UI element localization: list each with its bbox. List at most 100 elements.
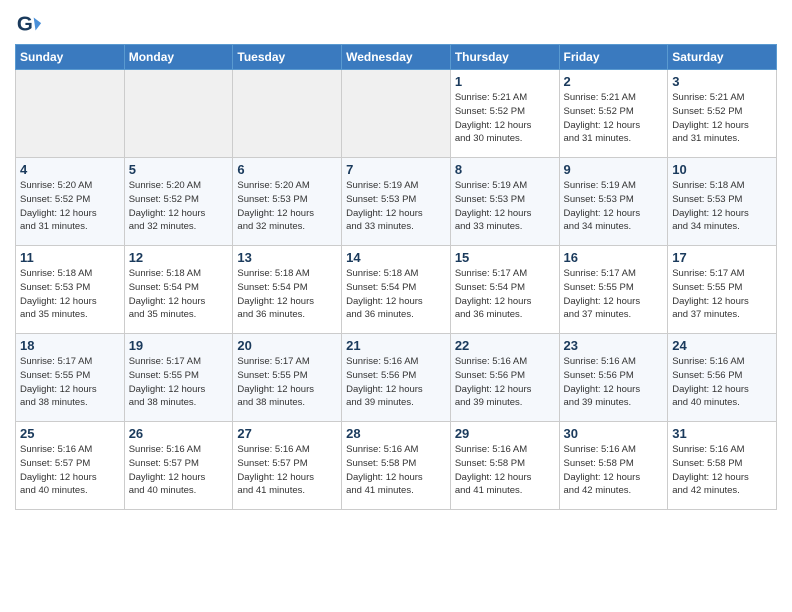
day-number: 2: [564, 74, 664, 89]
day-number: 7: [346, 162, 446, 177]
day-info: Sunrise: 5:16 AM Sunset: 5:58 PM Dayligh…: [455, 443, 555, 498]
calendar-cell: 24 Sunrise: 5:16 AM Sunset: 5:56 PM Dayli…: [668, 334, 777, 422]
day-number: 17: [672, 250, 772, 265]
calendar-cell: 11Sunrise: 5:18 AM Sunset: 5:53 PM Dayli…: [16, 246, 125, 334]
col-header-thursday: Thursday: [450, 45, 559, 70]
day-info: Sunrise: 5:20 AM Sunset: 5:53 PM Dayligh…: [237, 179, 337, 234]
day-info: Sunrise: 5:16 AM Sunset: 5:57 PM Dayligh…: [20, 443, 120, 498]
calendar-cell: 5Sunrise: 5:20 AM Sunset: 5:52 PM Daylig…: [124, 158, 233, 246]
calendar-cell: 2Sunrise: 5:21 AM Sunset: 5:52 PM Daylig…: [559, 70, 668, 158]
day-info: Sunrise: 5:18 AM Sunset: 5:54 PM Dayligh…: [346, 267, 446, 322]
week-row-1: 1 Sunrise: 5:21 AM Sunset: 5:52 PM Daylig…: [16, 70, 777, 158]
day-info: Sunrise: 5:17 AM Sunset: 5:55 PM Dayligh…: [237, 355, 337, 410]
week-row-5: 25 Sunrise: 5:16 AM Sunset: 5:57 PM Dayli…: [16, 422, 777, 510]
calendar-cell: 30 Sunrise: 5:16 AM Sunset: 5:58 PM Dayli…: [559, 422, 668, 510]
day-info: Sunrise: 5:16 AM Sunset: 5:57 PM Dayligh…: [129, 443, 229, 498]
day-number: 3: [672, 74, 772, 89]
col-header-sunday: Sunday: [16, 45, 125, 70]
day-info: Sunrise: 5:16 AM Sunset: 5:56 PM Dayligh…: [346, 355, 446, 410]
day-info: Sunrise: 5:16 AM Sunset: 5:58 PM Dayligh…: [564, 443, 664, 498]
col-header-monday: Monday: [124, 45, 233, 70]
day-number: 10: [672, 162, 772, 177]
day-info: Sunrise: 5:21 AM Sunset: 5:52 PM Dayligh…: [455, 91, 555, 146]
calendar-cell: 12 Sunrise: 5:18 AM Sunset: 5:54 PM Dayli…: [124, 246, 233, 334]
calendar-cell: 29 Sunrise: 5:16 AM Sunset: 5:58 PM Dayli…: [450, 422, 559, 510]
day-info: Sunrise: 5:21 AM Sunset: 5:52 PM Dayligh…: [672, 91, 772, 146]
day-info: Sunrise: 5:17 AM Sunset: 5:54 PM Dayligh…: [455, 267, 555, 322]
day-number: 8: [455, 162, 555, 177]
calendar-cell: 28Sunrise: 5:16 AM Sunset: 5:58 PM Dayli…: [342, 422, 451, 510]
day-info: Sunrise: 5:17 AM Sunset: 5:55 PM Dayligh…: [20, 355, 120, 410]
header-row: SundayMondayTuesdayWednesdayThursdayFrid…: [16, 45, 777, 70]
day-number: 18: [20, 338, 120, 353]
col-header-saturday: Saturday: [668, 45, 777, 70]
calendar-cell: 13 Sunrise: 5:18 AM Sunset: 5:54 PM Dayli…: [233, 246, 342, 334]
day-number: 27: [237, 426, 337, 441]
calendar-cell: 4 Sunrise: 5:20 AM Sunset: 5:52 PM Daylig…: [16, 158, 125, 246]
calendar-cell: 6 Sunrise: 5:20 AM Sunset: 5:53 PM Daylig…: [233, 158, 342, 246]
calendar-cell: 31 Sunrise: 5:16 AM Sunset: 5:58 PM Dayli…: [668, 422, 777, 510]
day-number: 22: [455, 338, 555, 353]
day-number: 23: [564, 338, 664, 353]
day-info: Sunrise: 5:19 AM Sunset: 5:53 PM Dayligh…: [346, 179, 446, 234]
day-info: Sunrise: 5:20 AM Sunset: 5:52 PM Dayligh…: [129, 179, 229, 234]
day-number: 26: [129, 426, 229, 441]
calendar-cell: [124, 70, 233, 158]
day-number: 15: [455, 250, 555, 265]
calendar-cell: 20 Sunrise: 5:17 AM Sunset: 5:55 PM Dayli…: [233, 334, 342, 422]
calendar-cell: 23Sunrise: 5:16 AM Sunset: 5:56 PM Dayli…: [559, 334, 668, 422]
day-number: 28: [346, 426, 446, 441]
day-number: 6: [237, 162, 337, 177]
calendar-cell: 22Sunrise: 5:16 AM Sunset: 5:56 PM Dayli…: [450, 334, 559, 422]
day-number: 21: [346, 338, 446, 353]
day-number: 9: [564, 162, 664, 177]
logo: G: [15, 10, 47, 38]
day-info: Sunrise: 5:17 AM Sunset: 5:55 PM Dayligh…: [672, 267, 772, 322]
day-number: 30: [564, 426, 664, 441]
calendar-cell: [16, 70, 125, 158]
calendar-cell: 25 Sunrise: 5:16 AM Sunset: 5:57 PM Dayli…: [16, 422, 125, 510]
col-header-wednesday: Wednesday: [342, 45, 451, 70]
day-info: Sunrise: 5:19 AM Sunset: 5:53 PM Dayligh…: [455, 179, 555, 234]
svg-text:G: G: [17, 13, 33, 36]
calendar-cell: 21 Sunrise: 5:16 AM Sunset: 5:56 PM Dayli…: [342, 334, 451, 422]
day-info: Sunrise: 5:20 AM Sunset: 5:52 PM Dayligh…: [20, 179, 120, 234]
week-row-2: 4 Sunrise: 5:20 AM Sunset: 5:52 PM Daylig…: [16, 158, 777, 246]
page: G SundayMondayTuesdayWednesdayThursdayFr…: [0, 0, 792, 612]
week-row-4: 18 Sunrise: 5:17 AM Sunset: 5:55 PM Dayli…: [16, 334, 777, 422]
day-number: 12: [129, 250, 229, 265]
col-header-tuesday: Tuesday: [233, 45, 342, 70]
day-info: Sunrise: 5:18 AM Sunset: 5:54 PM Dayligh…: [237, 267, 337, 322]
calendar-cell: 9 Sunrise: 5:19 AM Sunset: 5:53 PM Daylig…: [559, 158, 668, 246]
day-number: 19: [129, 338, 229, 353]
calendar-cell: 15 Sunrise: 5:17 AM Sunset: 5:54 PM Dayli…: [450, 246, 559, 334]
day-info: Sunrise: 5:16 AM Sunset: 5:57 PM Dayligh…: [237, 443, 337, 498]
day-number: 24: [672, 338, 772, 353]
calendar-cell: 3 Sunrise: 5:21 AM Sunset: 5:52 PM Daylig…: [668, 70, 777, 158]
day-info: Sunrise: 5:17 AM Sunset: 5:55 PM Dayligh…: [129, 355, 229, 410]
day-info: Sunrise: 5:16 AM Sunset: 5:58 PM Dayligh…: [672, 443, 772, 498]
calendar-cell: 27 Sunrise: 5:16 AM Sunset: 5:57 PM Dayli…: [233, 422, 342, 510]
day-number: 16: [564, 250, 664, 265]
day-info: Sunrise: 5:17 AM Sunset: 5:55 PM Dayligh…: [564, 267, 664, 322]
day-number: 1: [455, 74, 555, 89]
day-number: 29: [455, 426, 555, 441]
day-info: Sunrise: 5:19 AM Sunset: 5:53 PM Dayligh…: [564, 179, 664, 234]
day-number: 20: [237, 338, 337, 353]
day-info: Sunrise: 5:16 AM Sunset: 5:56 PM Dayligh…: [672, 355, 772, 410]
day-info: Sunrise: 5:18 AM Sunset: 5:54 PM Dayligh…: [129, 267, 229, 322]
day-number: 13: [237, 250, 337, 265]
day-info: Sunrise: 5:18 AM Sunset: 5:53 PM Dayligh…: [20, 267, 120, 322]
calendar-cell: 18 Sunrise: 5:17 AM Sunset: 5:55 PM Dayli…: [16, 334, 125, 422]
calendar-cell: [233, 70, 342, 158]
calendar-cell: 7 Sunrise: 5:19 AM Sunset: 5:53 PM Daylig…: [342, 158, 451, 246]
calendar-table: SundayMondayTuesdayWednesdayThursdayFrid…: [15, 44, 777, 510]
day-number: 4: [20, 162, 120, 177]
calendar-cell: 17 Sunrise: 5:17 AM Sunset: 5:55 PM Dayli…: [668, 246, 777, 334]
day-number: 31: [672, 426, 772, 441]
week-row-3: 11Sunrise: 5:18 AM Sunset: 5:53 PM Dayli…: [16, 246, 777, 334]
calendar-cell: 14Sunrise: 5:18 AM Sunset: 5:54 PM Dayli…: [342, 246, 451, 334]
calendar-cell: 8 Sunrise: 5:19 AM Sunset: 5:53 PM Daylig…: [450, 158, 559, 246]
day-number: 25: [20, 426, 120, 441]
calendar-cell: 10Sunrise: 5:18 AM Sunset: 5:53 PM Dayli…: [668, 158, 777, 246]
